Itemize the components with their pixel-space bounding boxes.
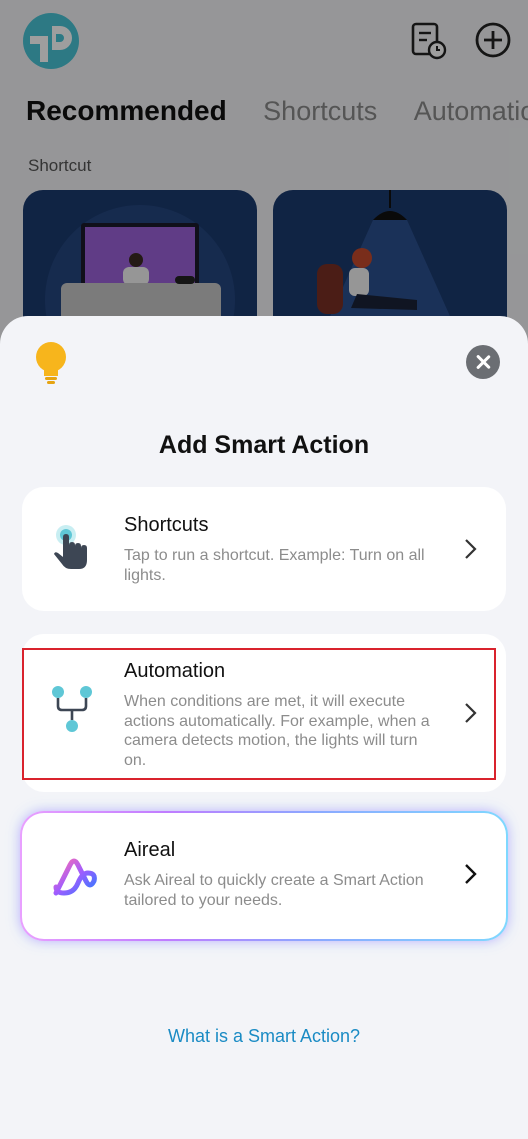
highlight-annotation bbox=[22, 648, 496, 780]
shortcuts-title: Shortcuts bbox=[124, 514, 209, 536]
aireal-option[interactable]: Aireal Ask Aireal to quickly create a Sm… bbox=[20, 811, 508, 941]
chevron-right-icon bbox=[465, 864, 477, 884]
tap-hand-icon bbox=[54, 525, 87, 569]
shortcuts-description: Tap to run a shortcut. Example: Turn on … bbox=[124, 547, 425, 584]
close-icon[interactable] bbox=[466, 345, 500, 379]
lightbulb-icon bbox=[36, 342, 66, 384]
add-smart-action-sheet: Add Smart Action Shortcuts Tap to run a … bbox=[0, 316, 528, 1139]
chevron-right-icon bbox=[465, 539, 477, 559]
aireal-description: Ask Aireal to quickly create a Smart Act… bbox=[124, 872, 424, 909]
shortcuts-option[interactable]: Shortcuts Tap to run a shortcut. Example… bbox=[22, 487, 506, 611]
aireal-title: Aireal bbox=[124, 839, 176, 861]
aireal-logo-icon bbox=[53, 858, 97, 896]
sheet-title: Add Smart Action bbox=[158, 431, 370, 459]
what-is-smart-action-link[interactable]: What is a Smart Action? bbox=[0, 1026, 528, 1047]
